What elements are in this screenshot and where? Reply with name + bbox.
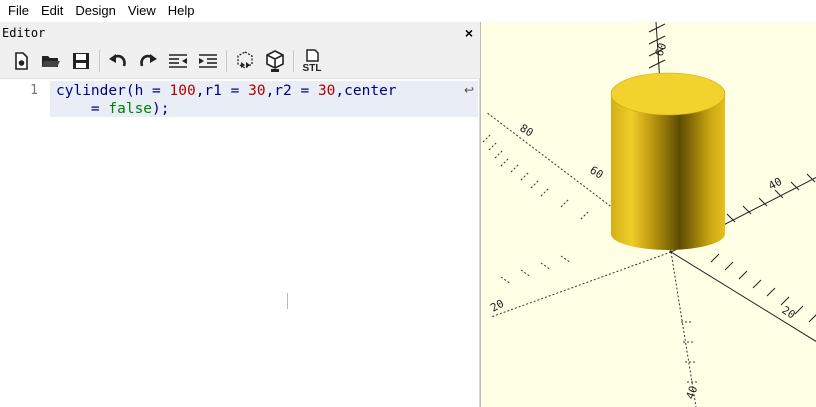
close-editor-button[interactable]: ×: [462, 26, 476, 40]
toolbar-separator: [99, 50, 100, 72]
editor-title: Editor: [2, 26, 46, 40]
code-number: 30: [248, 83, 266, 99]
axis-label-x-pos: 20: [779, 304, 797, 322]
new-file-icon: [15, 52, 28, 70]
preview-button[interactable]: [230, 47, 260, 75]
save-button[interactable]: [66, 47, 96, 75]
toolbar-separator: [226, 50, 227, 72]
stl-label: STL: [303, 63, 322, 73]
unindent-button[interactable]: [163, 47, 193, 75]
code-number: 30: [317, 83, 336, 99]
menu-file[interactable]: File: [2, 0, 35, 22]
save-icon: [73, 53, 89, 69]
axis-label-y-pos: 40: [766, 175, 784, 193]
menu-bar: File Edit Design View Help: [0, 0, 816, 22]
code-token: );: [152, 101, 170, 117]
unindent-icon: [169, 54, 187, 68]
code-number: 100: [169, 83, 196, 99]
line-wrap-icon: ↩: [464, 83, 475, 97]
editor-panel: Editor × STL 1 cylinder(h = 100,r1 = 30,…: [0, 22, 480, 407]
new-file-button[interactable]: [6, 47, 36, 75]
menu-design[interactable]: Design: [69, 0, 121, 22]
editor-titlebar: Editor ×: [0, 22, 480, 44]
render-icon: [266, 50, 284, 72]
export-stl-button[interactable]: STL: [297, 47, 327, 75]
indent-button[interactable]: [193, 47, 223, 75]
3d-viewport[interactable]: 20 40 60 80 20 40 60: [480, 22, 816, 407]
menu-edit[interactable]: Edit: [35, 0, 69, 22]
line-number-gutter: [0, 79, 50, 407]
menu-view[interactable]: View: [122, 0, 162, 22]
axis-label-x-neg-2: 60: [587, 164, 605, 182]
code-editor[interactable]: 1 cylinder(h = 100,r1 = 30,r2 = 30,cente…: [0, 78, 480, 407]
code-token: ,r2 =: [265, 83, 318, 99]
axis-label-x-neg: 80: [517, 122, 535, 140]
code-token: =: [56, 101, 109, 117]
export-stl-icon: STL: [303, 49, 322, 73]
open-file-button[interactable]: [36, 47, 66, 75]
render-button[interactable]: [260, 47, 290, 75]
toolbar-separator: [293, 50, 294, 72]
code-keyword: false: [108, 101, 153, 117]
code-token: cylinder(h =: [56, 83, 170, 99]
undo-button[interactable]: [103, 47, 133, 75]
cylinder-model[interactable]: [610, 72, 726, 250]
indent-icon: [199, 54, 217, 68]
axis-label-z-pos: 60: [653, 41, 670, 58]
open-file-icon: [42, 56, 60, 67]
menu-help[interactable]: Help: [162, 0, 201, 22]
viewport-canvas: 20 40 60 80 20 40 60: [482, 22, 816, 407]
line-number: 1: [30, 83, 38, 98]
mouse-ibeam-cursor: [287, 293, 288, 309]
preview-render-icon: [237, 51, 253, 69]
code-token: ,r1 =: [195, 83, 249, 99]
redo-button[interactable]: [133, 47, 163, 75]
code-token: ,center: [335, 83, 397, 99]
redo-icon: [140, 54, 157, 67]
undo-icon: [109, 54, 126, 67]
code-text[interactable]: cylinder(h = 100,r1 = 30,r2 = 30,center …: [56, 82, 397, 118]
axis-label-z-neg: 40: [684, 384, 701, 401]
editor-toolbar: STL: [0, 46, 480, 76]
